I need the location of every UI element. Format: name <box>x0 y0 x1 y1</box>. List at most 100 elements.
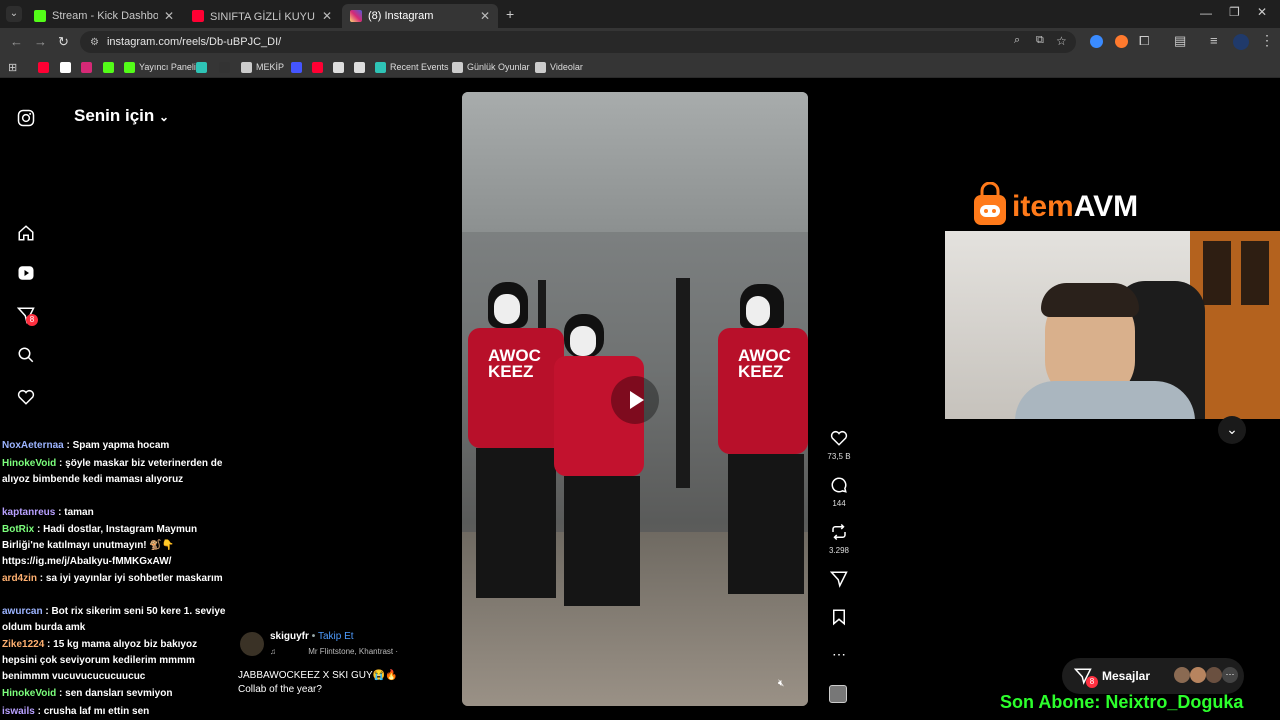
app-icon <box>291 61 302 73</box>
chat-username[interactable]: NoxAeternaa <box>2 440 64 451</box>
bookmark-item[interactable] <box>219 59 234 75</box>
audio-row[interactable]: ♫ Mr Flintstone, Khantrast · <box>270 647 398 656</box>
kick-icon <box>103 61 114 73</box>
bookmark-item[interactable]: Videolar <box>535 59 583 75</box>
like-count: 73,5 B <box>827 452 851 461</box>
bookmark-item[interactable] <box>354 59 369 75</box>
caption-line: JABBAWOCKEEZ X SKI GUY😭🔥 <box>238 670 398 681</box>
bookmark-label: Recent Events <box>390 62 449 72</box>
author-name[interactable]: skiguyfr <box>270 631 309 642</box>
bookmark-item[interactable] <box>333 59 348 75</box>
webcam-feed <box>945 231 1280 419</box>
comment-icon <box>831 477 847 493</box>
close-tab-icon[interactable]: ✕ <box>164 9 174 23</box>
bookmark-item[interactable]: Yayıncı Paneli <box>124 59 196 75</box>
speaker-stand <box>676 278 690 488</box>
bookmark-item[interactable]: Recent Events <box>375 59 449 75</box>
repost-button[interactable] <box>826 523 852 546</box>
reload-icon[interactable]: ↻ <box>58 34 69 50</box>
bookmark-item[interactable] <box>38 59 53 75</box>
save-button[interactable] <box>826 608 852 631</box>
share-button[interactable] <box>826 570 852 593</box>
author-avatar[interactable] <box>240 632 264 656</box>
side-panel-icon[interactable]: ▤ <box>1174 33 1186 49</box>
itemavm-logo-icon <box>972 181 1008 226</box>
chat-username[interactable]: awurcan <box>2 606 43 617</box>
more-options-icon[interactable]: ⋯ <box>826 646 852 663</box>
chat-username[interactable]: HinokeVoid <box>2 458 56 469</box>
browser-tab-bar: ⌄ Stream - Kick Dashboard ✕ SINIFTA GİZL… <box>0 0 1280 28</box>
bookmark-item[interactable] <box>103 59 118 75</box>
heart-notifications-icon[interactable] <box>16 388 36 408</box>
home-icon[interactable] <box>16 224 36 244</box>
chat-message: HinokeVoid : sen dansları sevmiyon <box>2 686 228 702</box>
close-tab-icon[interactable]: ✕ <box>322 9 332 23</box>
bookmark-item[interactable] <box>196 59 211 75</box>
bookmark-item[interactable] <box>312 59 327 75</box>
profile-avatar[interactable] <box>1233 34 1249 50</box>
chat-message: NoxAeternaa : Spam yapma hocam <box>2 438 228 454</box>
tab-search-chevron-icon[interactable]: ⌄ <box>6 6 22 22</box>
reel-video[interactable]: AWOC KEEZ AWOC KEEZ 🔇︎ <box>462 92 808 706</box>
extension-icon[interactable] <box>1115 35 1128 48</box>
mute-icon[interactable]: 🔇︎ <box>778 678 784 689</box>
bookmark-item[interactable]: Günlük Oyunlar <box>452 59 530 75</box>
extensions-puzzle-icon[interactable]: ⧠ <box>1139 33 1149 49</box>
chat-username[interactable]: BotRix <box>2 524 34 535</box>
reels-icon[interactable] <box>16 264 36 284</box>
bookmark-item[interactable] <box>60 59 75 75</box>
tab-youtube-video[interactable]: SINIFTA GİZLİ KUYU BULDUK! 🤔 ✕ <box>184 4 340 28</box>
restore-icon[interactable]: ❐ <box>1229 5 1240 19</box>
site-info-icon[interactable]: ⚙ <box>90 37 99 48</box>
youtube-icon <box>38 61 49 73</box>
more-avatars-icon: ⋯ <box>1222 667 1238 683</box>
tab-instagram[interactable]: (8) Instagram ✕ <box>342 4 498 28</box>
app-icon <box>375 61 386 73</box>
follow-button[interactable]: Takip Et <box>318 631 354 642</box>
extension-icon[interactable] <box>1090 35 1103 48</box>
bookmark-item[interactable]: MEKİP <box>241 59 284 75</box>
avatar <box>1174 667 1190 683</box>
forward-icon[interactable]: → <box>34 34 47 49</box>
minimize-icon[interactable]: — <box>1200 6 1212 20</box>
play-icon <box>630 391 644 409</box>
browser-menu-icon[interactable]: ⋮ <box>1260 32 1274 49</box>
comment-button[interactable] <box>826 476 852 499</box>
address-bar[interactable]: ⚙ instagram.com/reels/Db-uBPJC_DI/ ⌕ ⧉ ☆ <box>80 31 1076 53</box>
chat-username[interactable]: Zike1224 <box>2 639 44 650</box>
like-button[interactable] <box>826 429 852 452</box>
window-close-icon[interactable]: ✕ <box>1257 5 1267 19</box>
share-icon <box>829 571 848 588</box>
chevron-down-icon[interactable]: ⌄ <box>1218 416 1246 444</box>
bookmarks-bar: ⊞ Yayıncı Paneli MEKİP Recent Events Günlük… <box>0 56 1280 78</box>
zoom-icon[interactable]: ⌕ <box>1014 34 1020 47</box>
media-icon[interactable]: ≡ <box>1210 33 1218 48</box>
audio-thumbnail[interactable] <box>829 685 847 703</box>
messages-button[interactable]: 8 Mesajlar ⋯ <box>1062 658 1244 694</box>
chat-username[interactable]: ard4zin <box>2 573 37 584</box>
chat-username[interactable]: kaptanreus <box>2 507 55 518</box>
chat-username[interactable]: HinokeVoid <box>2 688 56 699</box>
bookmark-item[interactable] <box>81 59 96 75</box>
bookmark-item[interactable] <box>291 59 306 75</box>
app-icon <box>196 61 207 73</box>
sponsor-suffix: AVM <box>1073 190 1139 223</box>
avatar <box>1206 667 1222 683</box>
install-app-icon[interactable]: ⧉ <box>1036 34 1044 47</box>
play-button[interactable] <box>611 376 659 424</box>
instagram-logo-icon[interactable] <box>16 109 36 129</box>
new-tab-icon[interactable]: + <box>506 6 514 22</box>
apps-grid-icon[interactable]: ⊞ <box>8 59 17 75</box>
chat-username[interactable]: iswails <box>2 706 35 717</box>
direct-messages-icon[interactable]: 8 <box>16 306 38 326</box>
sponsor-wordmark: itemAVM <box>1012 190 1138 224</box>
shirt-text: AWOC KEEZ <box>488 346 541 381</box>
tab-kick-dashboard[interactable]: Stream - Kick Dashboard ✕ <box>26 4 182 28</box>
search-icon[interactable] <box>16 346 36 366</box>
chevron-down-icon: ⌄ <box>159 110 170 124</box>
bookmark-label: MEKİP <box>256 62 285 72</box>
close-tab-icon[interactable]: ✕ <box>480 9 490 23</box>
back-icon[interactable]: ← <box>10 34 23 49</box>
feed-title[interactable]: Senin için ⌄ <box>74 106 169 126</box>
bookmark-star-icon[interactable]: ☆ <box>1056 34 1067 48</box>
